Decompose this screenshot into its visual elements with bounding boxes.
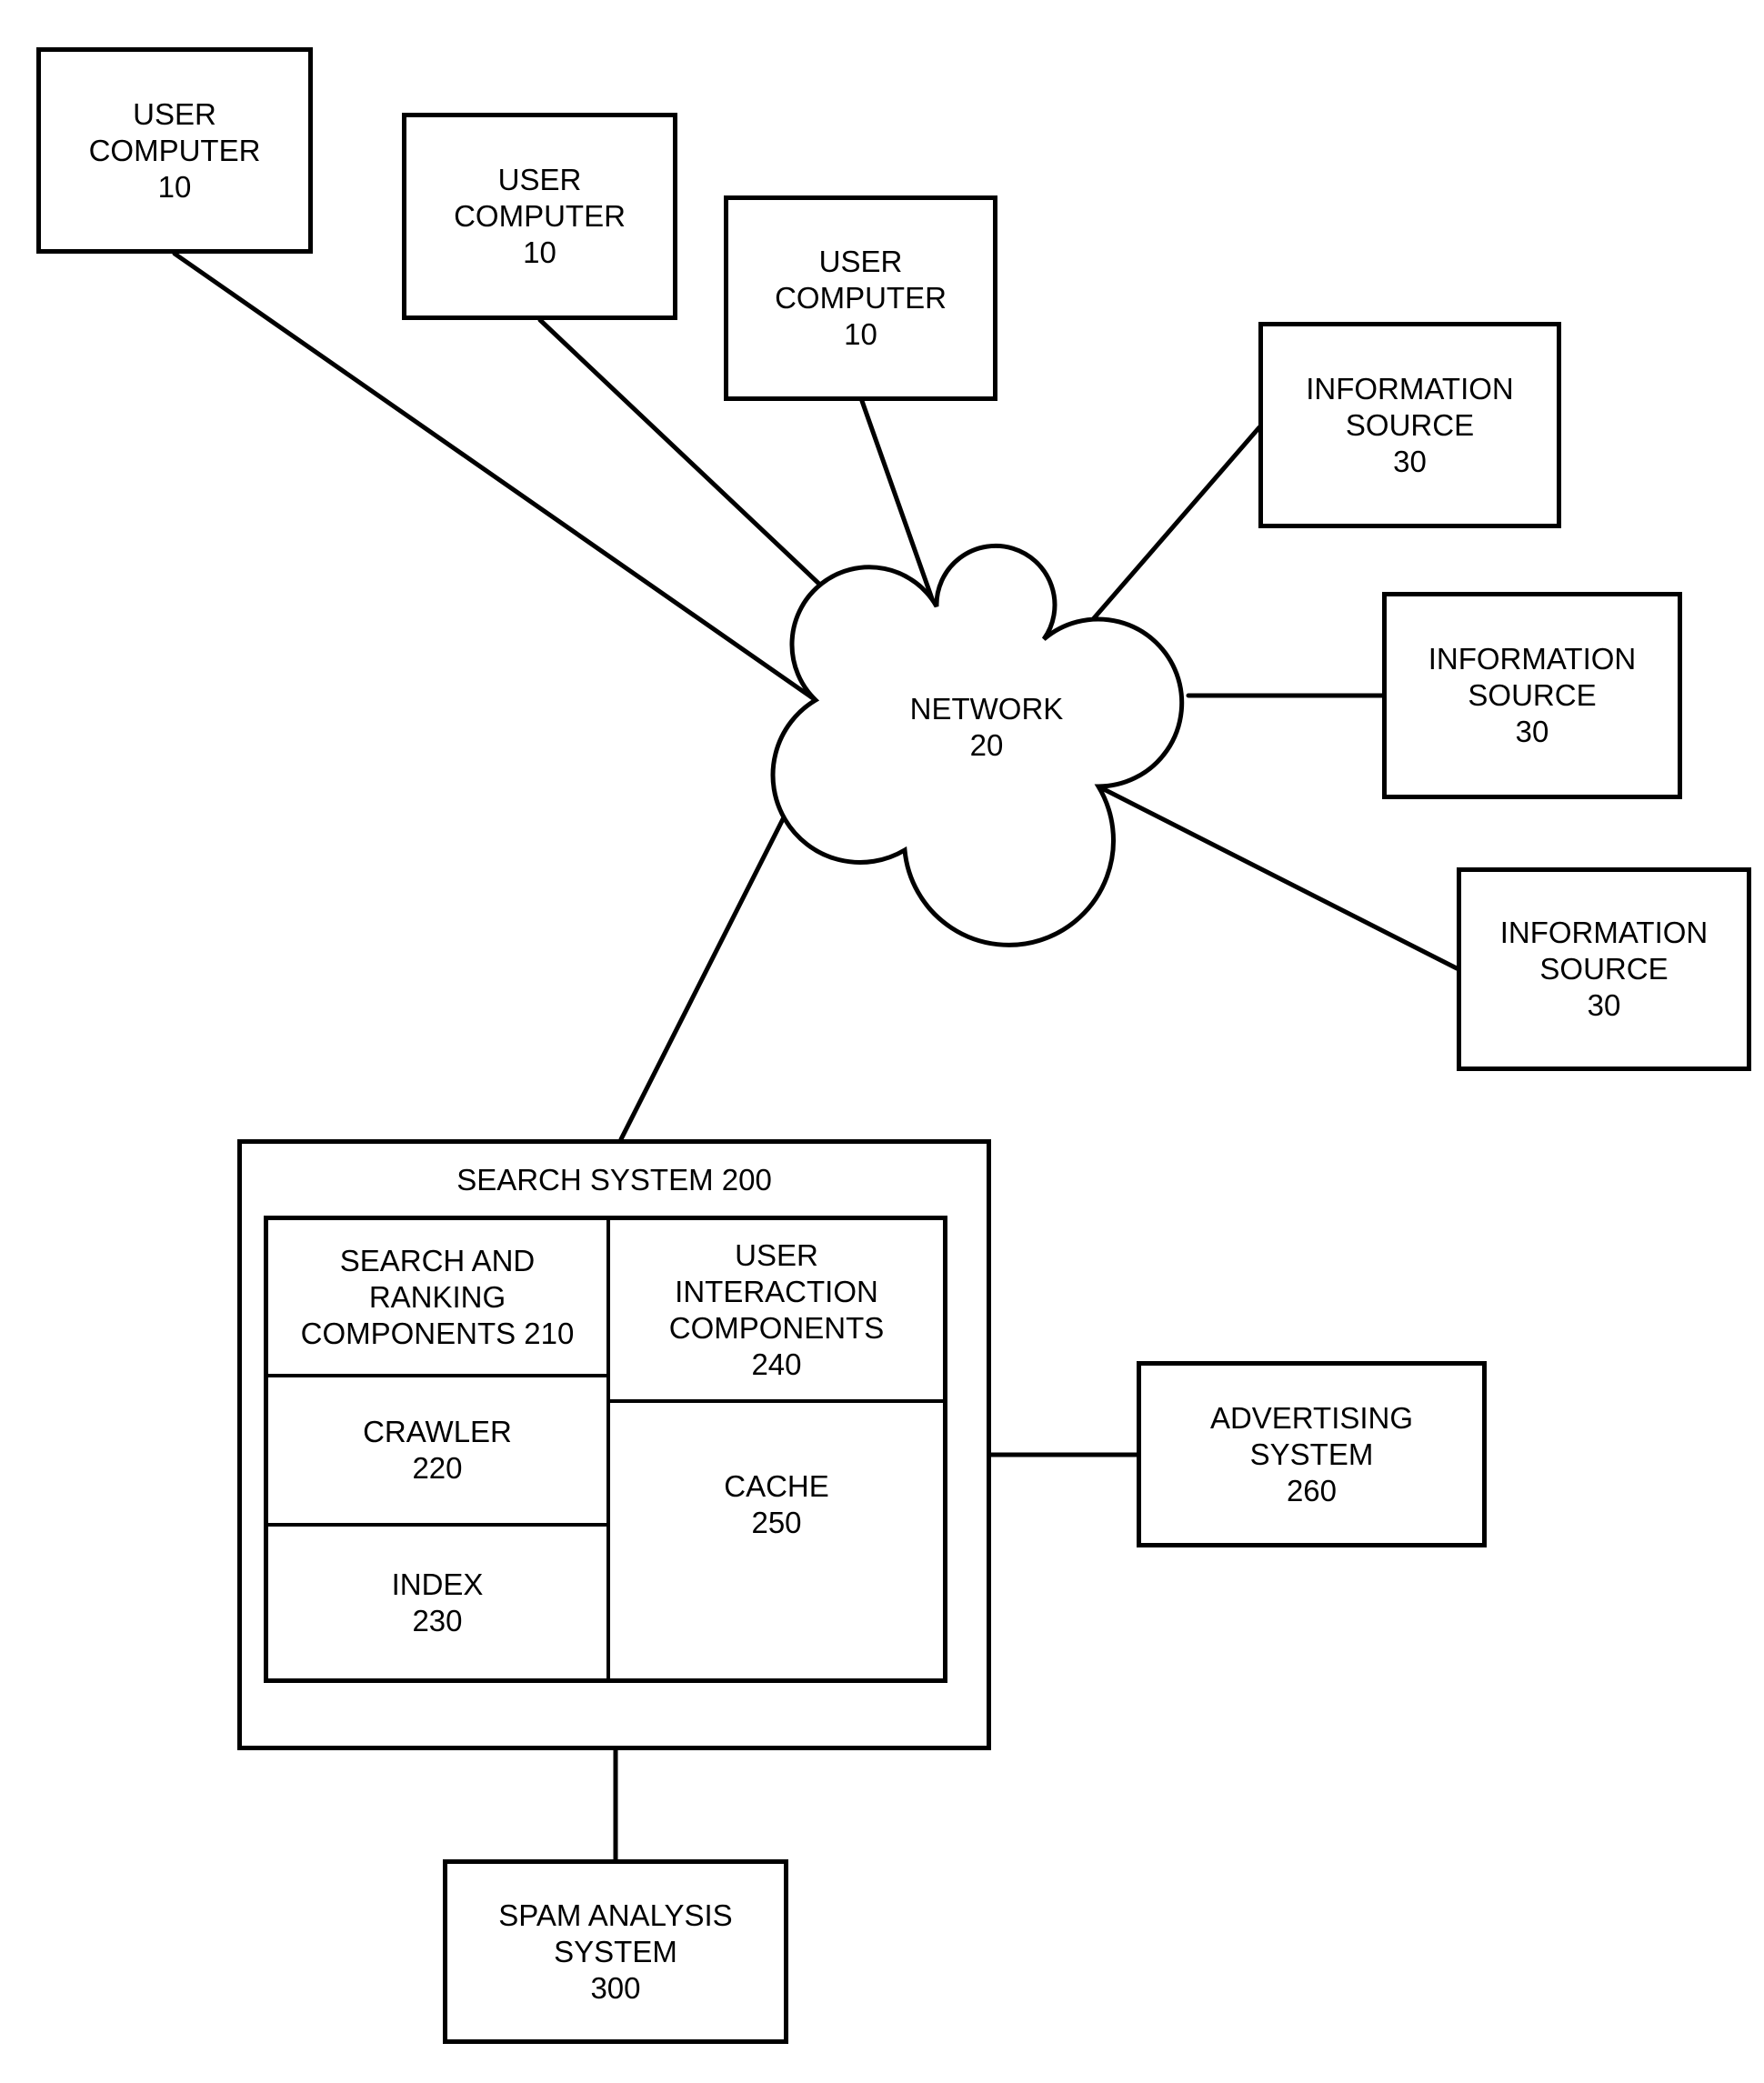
spam-analysis-system-title: SPAM ANALYSIS SYSTEM (498, 1898, 733, 1968)
advertising-system-box[interactable]: ADVERTISING SYSTEM 260 (1137, 1361, 1487, 1547)
search-ranking-components-cell[interactable]: SEARCH AND RANKING COMPONENTS 210 (268, 1220, 610, 1377)
link-information-source-1-network (1091, 425, 1262, 621)
spam-analysis-system-box[interactable]: SPAM ANALYSIS SYSTEM 300 (443, 1859, 788, 2044)
link-network-search-system (618, 813, 787, 1142)
information-source-box[interactable]: INFORMATION SOURCE 30 (1457, 867, 1751, 1071)
information-source-title: INFORMATION SOURCE (1428, 642, 1637, 712)
user-computer-title: USER COMPUTER (454, 163, 626, 233)
search-system-title: SEARCH SYSTEM 200 (456, 1163, 772, 1197)
information-source-title: INFORMATION SOURCE (1499, 916, 1709, 986)
network-title: NETWORK (909, 692, 1064, 726)
search-system-box[interactable]: SEARCH SYSTEM 200 SEARCH AND RANKING COM… (237, 1139, 991, 1750)
user-computer-box[interactable]: USER COMPUTER 10 (724, 195, 997, 401)
network-label: NETWORK 20 (896, 691, 1077, 764)
user-computer-box[interactable]: USER COMPUTER 10 (36, 47, 313, 254)
advertising-system-title: ADVERTISING SYSTEM (1209, 1400, 1414, 1471)
user-computer-title: USER COMPUTER (775, 245, 947, 315)
crawler-cell[interactable]: CRAWLER 220 (268, 1377, 610, 1527)
spam-analysis-system-ref: 300 (590, 1970, 641, 2005)
information-source-ref: 30 (1587, 988, 1621, 1022)
information-source-box[interactable]: INFORMATION SOURCE 30 (1382, 592, 1682, 799)
cache-label: CACHE 250 (724, 1468, 829, 1539)
link-information-source-3-network (1096, 784, 1459, 971)
advertising-system-ref: 260 (1286, 1473, 1338, 1507)
information-source-box[interactable]: INFORMATION SOURCE 30 (1258, 322, 1561, 528)
link-user-computer-1-network (172, 251, 818, 703)
index-cell[interactable]: INDEX 230 (268, 1527, 610, 1678)
search-system-components: SEARCH AND RANKING COMPONENTS 210 CRAWLE… (264, 1216, 947, 1683)
user-computer-box[interactable]: USER COMPUTER 10 (402, 113, 677, 320)
user-computer-title: USER COMPUTER (88, 96, 261, 167)
user-computer-ref: 10 (157, 169, 192, 204)
network-ref: 20 (969, 728, 1004, 762)
information-source-ref: 30 (1393, 444, 1427, 478)
cache-cell[interactable]: CACHE 250 (610, 1403, 943, 1678)
crawler-label: CRAWLER 220 (363, 1415, 512, 1485)
user-interaction-components-cell[interactable]: USER INTERACTION COMPONENTS 240 (610, 1220, 943, 1403)
user-computer-ref: 10 (523, 235, 556, 269)
user-computer-ref: 10 (844, 317, 877, 351)
user-interaction-components-label: USER INTERACTION COMPONENTS 240 (668, 1237, 885, 1381)
information-source-title: INFORMATION SOURCE (1306, 371, 1514, 442)
search-ranking-components-label: SEARCH AND RANKING COMPONENTS 210 (300, 1243, 575, 1350)
information-source-ref: 30 (1515, 715, 1549, 748)
index-label: INDEX 230 (391, 1567, 484, 1637)
